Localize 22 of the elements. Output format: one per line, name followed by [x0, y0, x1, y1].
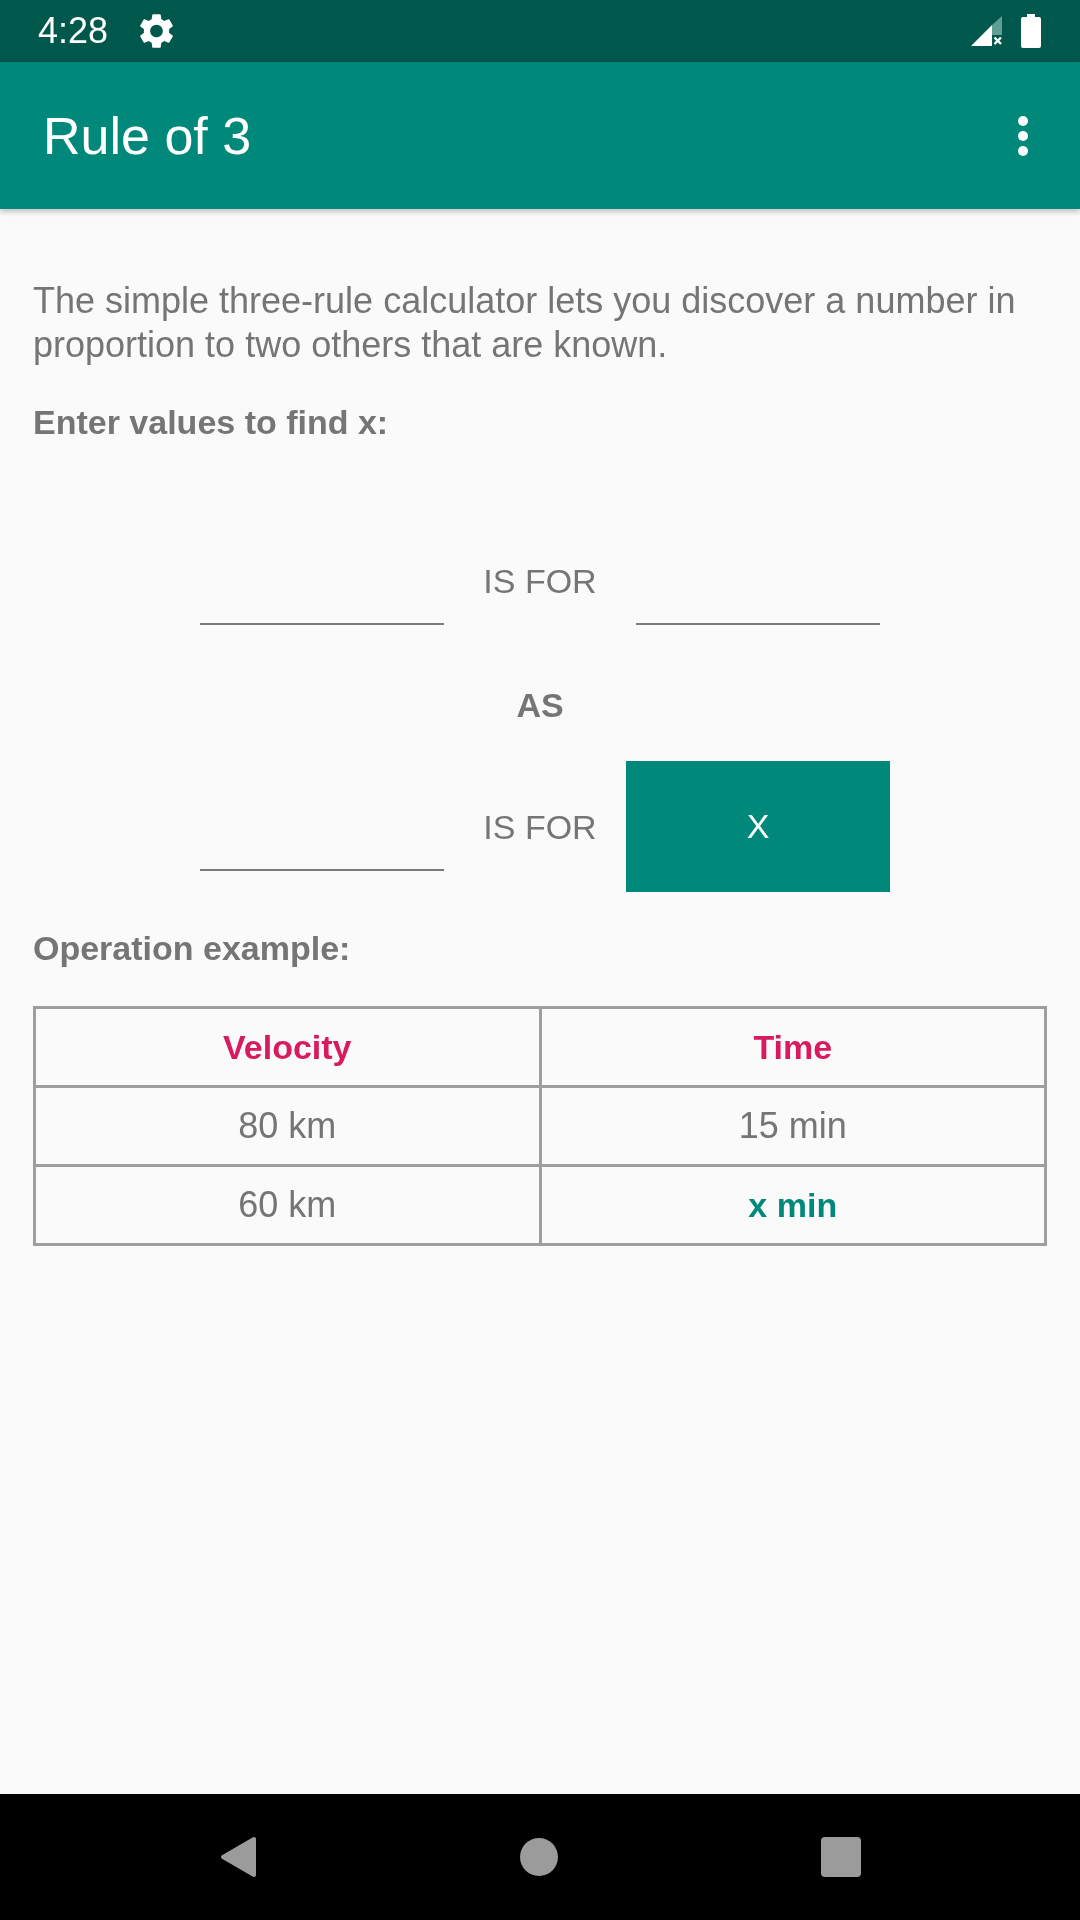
signal-icon	[971, 16, 1002, 46]
section-heading: Enter values to find x:	[33, 402, 390, 442]
relation-label: IS FOR	[483, 561, 597, 601]
table-cell: 80 km	[34, 1086, 540, 1166]
table-cell: x min	[540, 1165, 1046, 1245]
solve-button[interactable]: X	[626, 761, 890, 892]
battery-icon	[1021, 14, 1041, 48]
table-cell: 15 min	[540, 1086, 1046, 1166]
app-title: Rule of 3	[43, 105, 252, 166]
back-icon[interactable]	[219, 1836, 257, 1878]
table-cell: 60 km	[34, 1165, 540, 1245]
home-icon[interactable]	[519, 1838, 558, 1876]
status-time: 4:28	[38, 11, 109, 51]
recents-icon[interactable]	[820, 1837, 861, 1877]
more-options-icon[interactable]	[1017, 115, 1029, 156]
settings-icon	[140, 14, 174, 48]
description-text: The simple three-rule calculator lets you discover a number in proportion to two others that are known.	[33, 279, 1017, 367]
joiner-label: AS	[516, 685, 564, 725]
column-header: Time	[540, 1007, 1046, 1087]
section-heading: Operation example:	[33, 928, 352, 968]
relation-label: IS FOR	[483, 806, 597, 847]
column-header: Velocity	[34, 1007, 540, 1087]
